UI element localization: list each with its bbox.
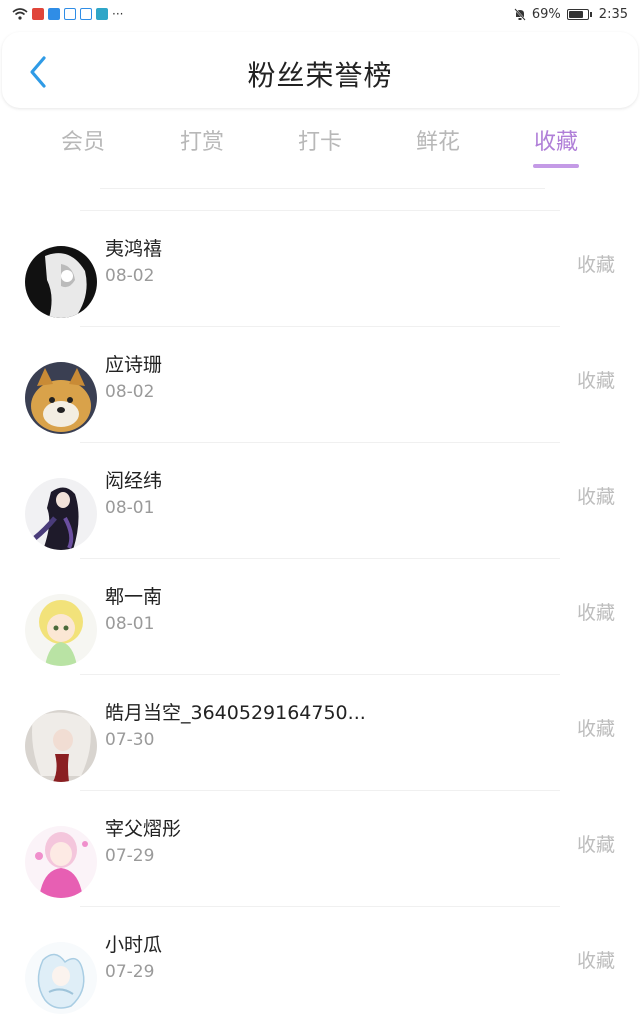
avatar[interactable]: [25, 942, 97, 1014]
row-divider: [80, 326, 560, 327]
list-item[interactable]: 宰父熠彤 07-29 收藏: [0, 790, 640, 906]
paw-notification-icon-2: [80, 8, 92, 20]
fan-name: 闳经纬: [105, 470, 163, 492]
avatar[interactable]: [25, 478, 97, 550]
favorite-label: 收藏: [576, 602, 615, 624]
avatar[interactable]: [25, 710, 97, 782]
battery-percent: 69%: [531, 6, 561, 22]
tab-favorites[interactable]: 收藏: [511, 124, 601, 156]
box-notification-icon: [96, 8, 108, 20]
paw-notification-icon: [64, 8, 76, 20]
row-divider: [80, 210, 560, 211]
list-item[interactable]: 应诗珊 08-02 收藏: [0, 326, 640, 442]
fan-name: 夷鸿禧: [105, 238, 163, 260]
fan-name: 皓月当空_3640529164750...: [105, 702, 366, 724]
cloud-notification-icon: [48, 8, 60, 20]
favorite-label: 收藏: [576, 370, 615, 392]
fan-name: 小时瓜: [105, 934, 163, 956]
fan-date: 07-29: [105, 846, 155, 866]
fan-date: 07-30: [105, 730, 155, 750]
list-item[interactable]: 皓月当空_3640529164750... 07-30 收藏: [0, 674, 640, 790]
fan-date: 08-01: [105, 498, 155, 518]
app-notification-icon: [32, 8, 44, 20]
page-title: 粉丝荣誉榜: [247, 59, 393, 92]
active-tab-indicator: [533, 164, 579, 168]
status-bar: ··· 69% 2:35: [0, 0, 640, 28]
row-divider: [80, 558, 560, 559]
fan-name: 应诗珊: [105, 354, 163, 376]
favorite-label: 收藏: [576, 486, 615, 508]
fan-name: 郫一南: [105, 586, 163, 608]
fan-date: 08-02: [105, 266, 155, 286]
favorite-label: 收藏: [576, 718, 615, 740]
more-notifications-icon: ···: [112, 7, 124, 21]
list-item[interactable]: 小时瓜 07-29 收藏: [0, 906, 640, 1022]
favorite-label: 收藏: [576, 254, 615, 276]
battery-icon: [566, 8, 592, 20]
status-left: ···: [12, 7, 123, 21]
row-divider: [80, 790, 560, 791]
row-divider: [80, 442, 560, 443]
list-item[interactable]: 夷鸿禧 08-02 收藏: [0, 210, 640, 326]
favorite-label: 收藏: [576, 950, 615, 972]
avatar[interactable]: [25, 594, 97, 666]
fan-name: 宰父熠彤: [105, 818, 182, 840]
avatar[interactable]: [25, 246, 97, 318]
status-right: 69% 2:35: [514, 7, 628, 22]
fan-date: 08-02: [105, 382, 155, 402]
wifi-icon: [12, 8, 28, 20]
mute-bell-icon: [514, 7, 526, 21]
tab-checkin[interactable]: 打卡: [275, 124, 365, 156]
fan-date: 07-29: [105, 962, 155, 982]
list-item[interactable]: 闳经纬 08-01 收藏: [0, 442, 640, 558]
row-divider: [80, 674, 560, 675]
favorite-label: 收藏: [576, 834, 615, 856]
avatar[interactable]: [25, 826, 97, 898]
clock: 2:35: [598, 6, 628, 22]
list-item[interactable]: 郫一南 08-01 收藏: [0, 558, 640, 674]
tab-bar: 会员 打赏 打卡 鲜花 收藏: [0, 116, 640, 172]
tab-tips[interactable]: 打赏: [157, 124, 247, 156]
avatar[interactable]: [25, 362, 97, 434]
fan-date: 08-01: [105, 614, 155, 634]
tab-flowers[interactable]: 鲜花: [393, 124, 483, 156]
tab-membership[interactable]: 会员: [38, 124, 128, 156]
header-bar: 粉丝荣誉榜: [2, 32, 638, 108]
list-top-divider: [100, 188, 545, 189]
row-divider: [80, 906, 560, 907]
